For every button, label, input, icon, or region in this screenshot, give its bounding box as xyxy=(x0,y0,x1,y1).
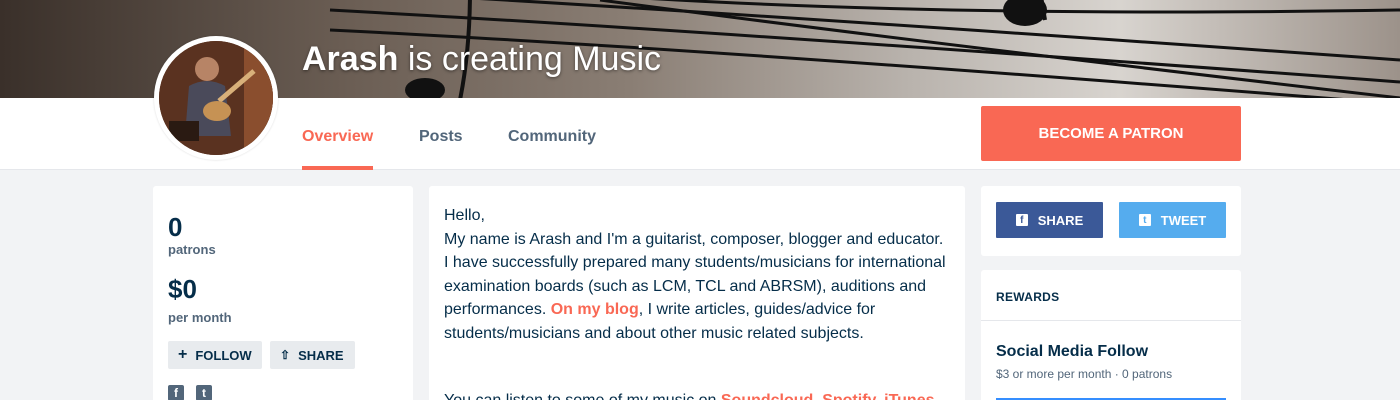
divider xyxy=(981,320,1241,321)
twitter-icon: t xyxy=(1138,214,1151,226)
facebook-icon: f xyxy=(1015,214,1028,226)
rewards-heading: REWARDS xyxy=(996,290,1060,304)
about-music-line: You can listen to some of my music on So… xyxy=(444,392,935,400)
page-title: Arash is creating Music xyxy=(302,40,661,79)
patron-count: 0 xyxy=(168,212,183,242)
active-tab-indicator xyxy=(302,166,373,170)
tab-overview[interactable]: Overview xyxy=(302,128,373,146)
facebook-share-button[interactable]: f SHARE xyxy=(996,202,1103,238)
tweet-label: TWEET xyxy=(1160,212,1207,228)
share-card: f SHARE t TWEET xyxy=(981,186,1241,256)
stats-card: 0 patrons $0 per month + FOLLOW ⇧ SHARE … xyxy=(153,186,413,400)
about-text: Hello, My name is Arash and I'm a guitar… xyxy=(444,204,949,346)
tab-posts[interactable]: Posts xyxy=(419,128,463,146)
music-line-text: You can listen to some of my music on xyxy=(444,392,721,400)
rewards-card: REWARDS Social Media Follow $3 or more p… xyxy=(981,270,1241,400)
share-icon: ⇧ xyxy=(280,348,291,362)
tweet-button[interactable]: t TWEET xyxy=(1119,202,1226,238)
about-card: Hello, My name is Arash and I'm a guitar… xyxy=(429,186,965,400)
reward-tier-title[interactable]: Social Media Follow xyxy=(996,343,1148,361)
follow-button[interactable]: + FOLLOW xyxy=(168,341,262,369)
avatar-photo xyxy=(159,41,273,155)
music-platform-links[interactable]: Soundcloud, Spotify, iTunes xyxy=(721,392,935,400)
avatar[interactable] xyxy=(154,36,278,160)
follow-label: FOLLOW xyxy=(195,347,252,363)
twitter-icon[interactable]: t xyxy=(196,385,212,400)
blog-link[interactable]: On my blog xyxy=(551,301,639,318)
facebook-icon[interactable]: f xyxy=(168,385,184,400)
monthly-earnings-label: per month xyxy=(168,310,232,325)
share-label: SHARE xyxy=(298,347,344,363)
monthly-earnings: $0 xyxy=(168,274,197,304)
creator-name: Arash xyxy=(302,40,399,78)
become-patron-button[interactable]: BECOME A PATRON xyxy=(981,106,1241,161)
reward-tier-meta: $3 or more per month · 0 patrons xyxy=(996,367,1173,381)
title-suffix: is creating Music xyxy=(398,40,662,78)
patron-count-label: patrons xyxy=(168,242,216,257)
plus-icon: + xyxy=(178,346,188,363)
facebook-share-label: SHARE xyxy=(1037,212,1084,228)
tab-community[interactable]: Community xyxy=(508,128,596,146)
share-button[interactable]: ⇧ SHARE xyxy=(270,341,355,369)
